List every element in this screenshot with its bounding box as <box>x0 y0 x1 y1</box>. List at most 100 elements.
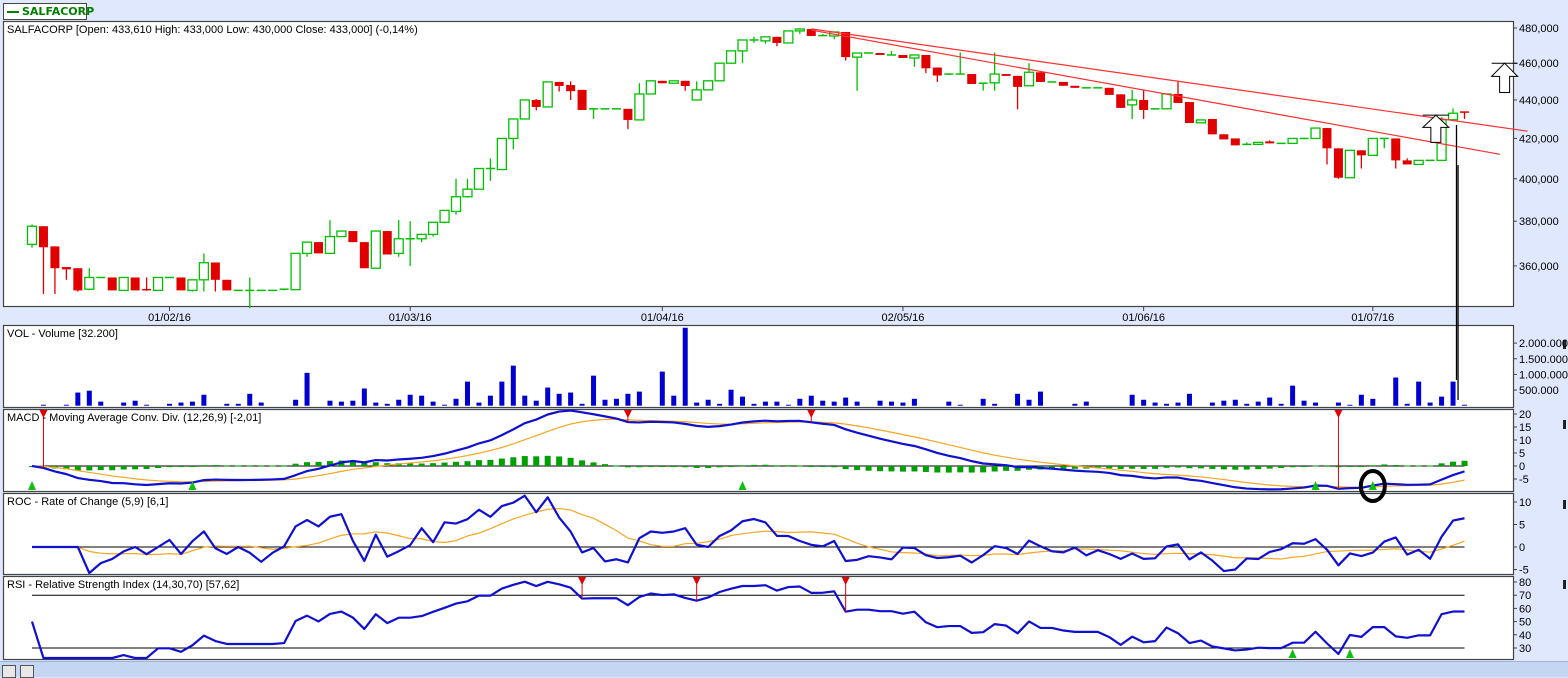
candle-down <box>1265 141 1275 144</box>
bottom-toolbar <box>0 661 1568 678</box>
candle-down <box>1058 81 1068 86</box>
macd-histogram-bar <box>1163 466 1170 468</box>
macd-histogram-bar <box>464 461 471 466</box>
macd-histogram-bar <box>1255 466 1262 470</box>
candle-up <box>737 39 748 52</box>
macd-histogram-bar <box>533 456 540 466</box>
vol-tick-label: 1.500.000 <box>1519 354 1568 366</box>
candle-up <box>1127 99 1138 106</box>
price-tick-label: 420,000 <box>1519 133 1559 145</box>
macd-histogram-bar <box>934 466 941 473</box>
volume-bar <box>1290 385 1296 406</box>
price-panel <box>2 20 1515 308</box>
vol-tick-label: 500.000 <box>1519 385 1559 397</box>
volume-bar <box>1427 402 1433 406</box>
candle-up <box>324 235 336 255</box>
candle-down <box>932 67 942 76</box>
legend-line-icon <box>7 11 19 13</box>
macd-histogram-bar <box>854 466 861 471</box>
volume-bar <box>510 365 516 406</box>
candle-down <box>1322 128 1332 149</box>
volume-bar <box>1278 403 1284 406</box>
candle-up <box>187 279 198 292</box>
candle-up <box>1367 137 1378 156</box>
macd-histogram-bar <box>1220 466 1227 470</box>
macd-histogram-bar <box>968 466 975 473</box>
macd-histogram-bar <box>991 466 998 472</box>
candle-up <box>26 225 38 246</box>
volume-bar <box>144 404 150 406</box>
macd-histogram-bar <box>808 466 815 467</box>
candle-down <box>531 99 541 107</box>
rsi-tick-label: 40 <box>1519 630 1531 642</box>
macd-tick-label: 10 <box>1519 435 1531 447</box>
vol-panel-title: VOL - Volume [32.200] <box>7 328 118 340</box>
volume-bar <box>694 402 700 406</box>
volume-bar <box>774 401 780 406</box>
candle-up <box>760 36 771 42</box>
roc-tick-label: 0 <box>1519 542 1525 554</box>
macd-histogram-bar <box>590 462 597 466</box>
rsi-panel-title: RSI - Relative Strength Index (14,30,70)… <box>7 579 239 591</box>
macd-histogram-bar <box>132 466 139 470</box>
roc-panel <box>2 492 1515 576</box>
candle-up <box>427 221 439 236</box>
macd-histogram-bar <box>304 462 311 466</box>
volume-bar <box>625 393 631 406</box>
candle-up <box>462 188 473 198</box>
volume-bar <box>224 403 230 406</box>
candle-up <box>1023 71 1035 87</box>
macd-histogram-bar <box>1243 466 1250 470</box>
volume-bar <box>717 403 723 406</box>
price-tick-label: 480,000 <box>1519 23 1559 35</box>
candle-down <box>623 108 633 120</box>
macd-tick-label: 5 <box>1519 448 1525 460</box>
symbol-legend[interactable]: SALFACORP <box>3 3 94 20</box>
candle-up <box>634 93 645 121</box>
macd-histogram-bar <box>842 466 849 470</box>
macd-histogram-bar <box>269 465 276 467</box>
candle-up <box>84 276 95 290</box>
candle-up <box>702 80 714 91</box>
candle-down <box>554 81 564 86</box>
macd-histogram-bar <box>636 466 643 468</box>
candle-up <box>691 89 702 101</box>
candle-down <box>921 54 931 69</box>
macd-histogram-bar <box>372 462 379 466</box>
macd-histogram-bar <box>109 466 116 471</box>
volume-bar <box>1186 393 1192 406</box>
candle-down <box>898 54 908 58</box>
macd-histogram-bar <box>831 466 838 468</box>
macd-histogram-bar <box>1358 466 1365 467</box>
candle-up <box>370 230 381 269</box>
volume-bar <box>1209 402 1215 406</box>
candle-down <box>176 277 186 291</box>
macd-histogram-bar <box>613 465 620 467</box>
macd-histogram-bar <box>1461 460 1468 466</box>
volume-bar <box>350 400 356 406</box>
macd-histogram-bar <box>739 465 746 467</box>
volume-bar <box>442 404 448 406</box>
macd-histogram-bar <box>166 466 173 468</box>
candle-down <box>130 277 140 291</box>
macd-histogram-bar <box>544 455 551 466</box>
layout-button[interactable] <box>2 665 16 678</box>
candle-down <box>967 74 977 84</box>
rsi-tick-label: 60 <box>1519 603 1531 615</box>
macd-histogram-bar <box>1106 466 1113 469</box>
stock-chart[interactable]: SALFACORP [Open: 433,610 High: 433,000 L… <box>0 0 1568 676</box>
volume-bar <box>407 394 413 406</box>
candle-up <box>1287 137 1298 145</box>
macd-histogram-bar <box>1117 466 1124 469</box>
volume-bar <box>992 403 998 406</box>
candle-up <box>794 28 805 32</box>
candle-down <box>1356 150 1366 156</box>
candle-down <box>1333 148 1343 178</box>
page-button[interactable] <box>20 665 34 678</box>
macd-histogram-bar <box>1369 465 1376 467</box>
macd-histogram-bar <box>1197 466 1204 469</box>
candle-down <box>359 242 369 269</box>
macd-histogram-bar <box>258 465 265 467</box>
volume-bar <box>831 401 837 406</box>
macd-histogram-bar <box>819 466 826 467</box>
